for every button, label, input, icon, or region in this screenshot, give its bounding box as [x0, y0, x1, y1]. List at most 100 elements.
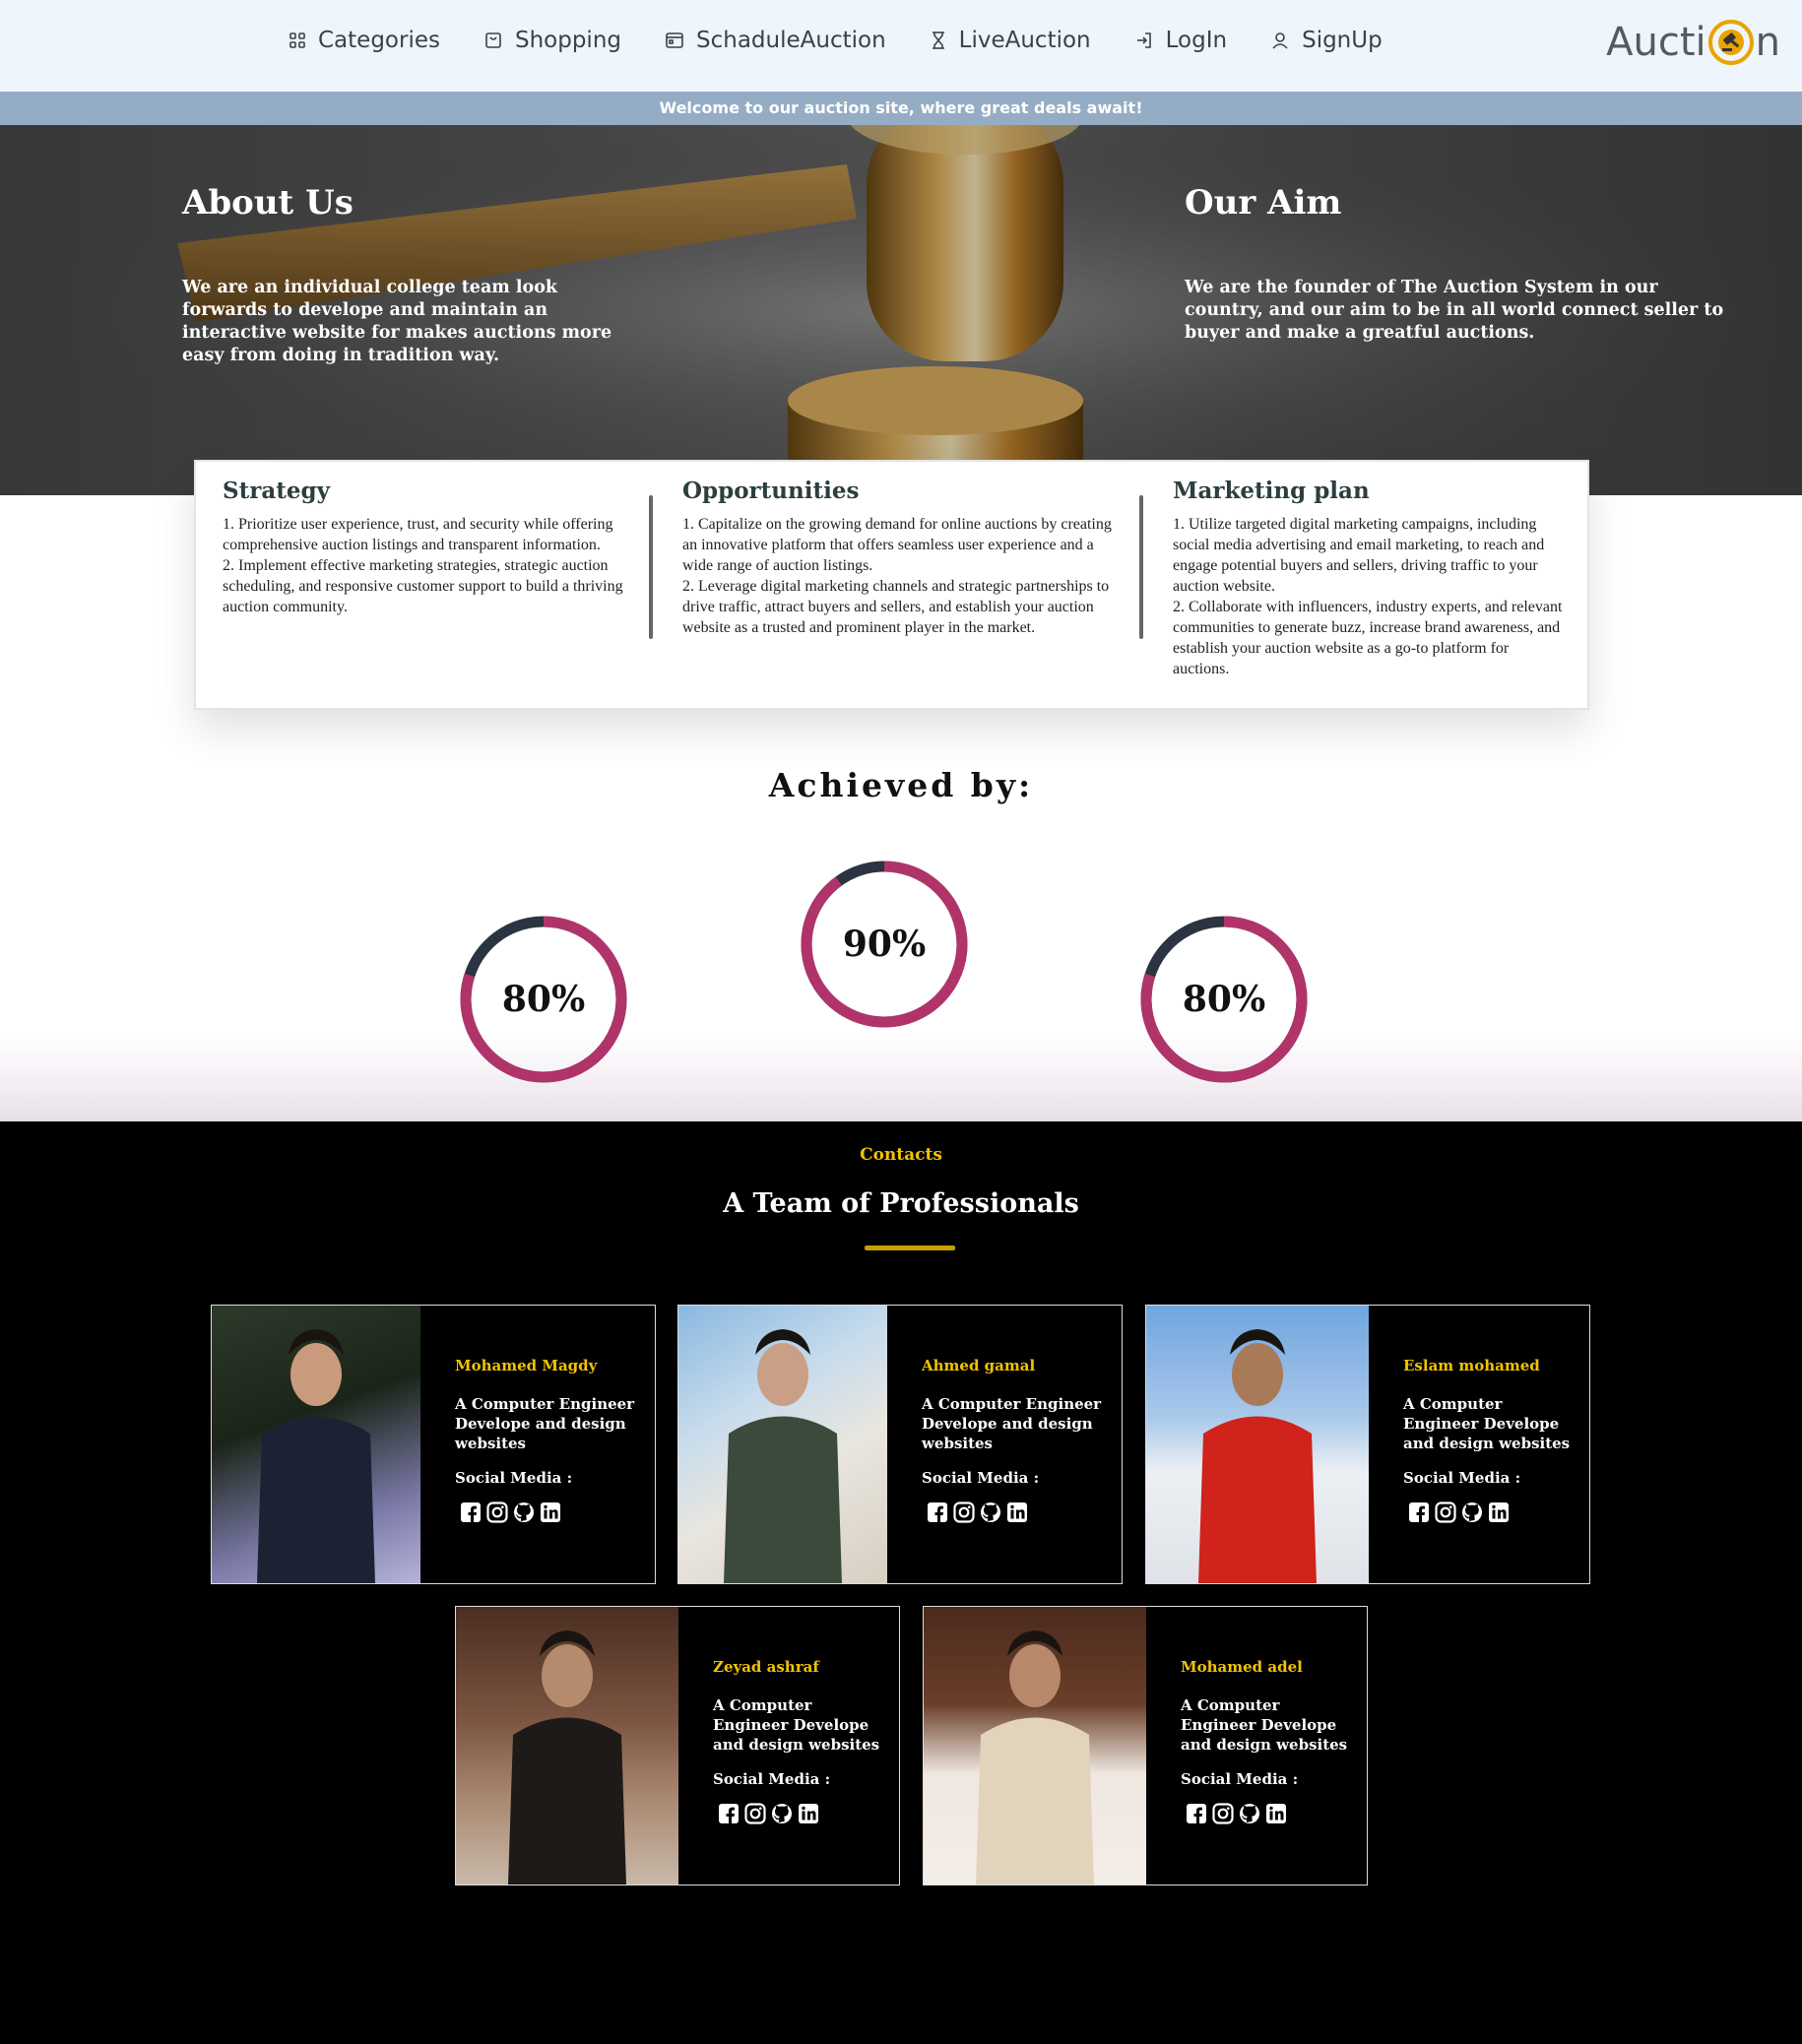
progress-ring: 90% — [800, 860, 969, 1029]
nav-label-categories: Categories — [318, 28, 440, 53]
member-name: Mohamed adel — [1181, 1658, 1303, 1676]
progress-ring-label: 80% — [1182, 979, 1266, 1020]
bag-icon — [485, 32, 501, 48]
team-member-card: Zeyad ashraf A Computer Engineer Develope… — [455, 1606, 900, 1885]
instagram-icon[interactable] — [952, 1501, 976, 1528]
member-photo — [456, 1607, 678, 1884]
progress-ring-label: 80% — [501, 979, 586, 1020]
nav-label-login: LogIn — [1165, 28, 1228, 53]
facebook-icon[interactable] — [459, 1501, 483, 1528]
member-info: Eslam mohamed A Computer Engineer Develop… — [1403, 1357, 1572, 1528]
member-name: Ahmed gamal — [922, 1357, 1036, 1374]
member-role: A Computer Engineer Develope and design … — [922, 1395, 1102, 1452]
instagram-icon[interactable] — [1434, 1501, 1457, 1528]
member-name: Mohamed Magdy — [455, 1357, 598, 1374]
nav-label-shopping: Shopping — [514, 28, 621, 53]
calendar-icon — [666, 32, 683, 48]
logo-text-left: Aucti — [1606, 20, 1706, 65]
member-role: A Computer Engineer Develope and design … — [1403, 1395, 1571, 1452]
github-icon[interactable] — [512, 1501, 536, 1528]
instagram-icon[interactable] — [485, 1501, 509, 1528]
plan-title: Opportunities — [682, 478, 860, 504]
logo-text-right: n — [1755, 20, 1780, 65]
about-us-title: About Us — [182, 183, 354, 223]
plan-text: 1. Prioritize user experience, trust, an… — [223, 516, 623, 615]
github-icon[interactable] — [770, 1802, 794, 1829]
team-title: A Team of Professionals — [723, 1188, 1079, 1219]
social-icons — [1185, 1802, 1349, 1829]
social-icons — [459, 1501, 637, 1528]
social-icons — [926, 1501, 1104, 1528]
plan-strategy: Strategy 1. Prioritize user experience, … — [223, 478, 630, 617]
nav-label-live-auction: LiveAuction — [958, 28, 1091, 53]
social-media-label: Social Media : — [1181, 1770, 1299, 1788]
facebook-icon[interactable] — [926, 1501, 949, 1528]
plans-card: Strategy 1. Prioritize user experience, … — [194, 460, 1589, 710]
team-member-card: Mohamed Magdy A Computer Engineer Develop… — [211, 1305, 656, 1584]
nav-label-signup: SignUp — [1302, 28, 1383, 53]
nav-item-schedule-auction[interactable]: SchaduleAuction — [665, 28, 886, 53]
hourglass-icon — [932, 32, 944, 49]
progress-ring: 80% — [459, 915, 628, 1084]
hero-section: About Us We are an individual college te… — [0, 125, 1802, 495]
social-media-label: Social Media : — [713, 1770, 831, 1788]
social-icons — [1407, 1501, 1572, 1528]
linkedin-icon[interactable] — [797, 1802, 820, 1829]
linkedin-icon[interactable] — [1264, 1802, 1288, 1829]
user-icon — [1272, 32, 1288, 49]
site-logo[interactable]: Aucti n — [1606, 20, 1780, 65]
achieved-title: Achieved by: — [768, 766, 1034, 804]
plan-divider — [1139, 495, 1143, 639]
our-aim-title: Our Aim — [1185, 183, 1342, 223]
our-aim-text: We are the founder of The Auction System… — [1185, 278, 1724, 343]
facebook-icon[interactable] — [1407, 1501, 1431, 1528]
member-role: A Computer Engineer Develope and design … — [713, 1696, 880, 1754]
member-role: A Computer Engineer Develope and design … — [455, 1395, 635, 1452]
plan-title: Strategy — [223, 478, 330, 504]
social-media-label: Social Media : — [1403, 1469, 1521, 1487]
gavel-icon — [1707, 20, 1754, 65]
plan-divider — [649, 495, 653, 639]
member-photo — [924, 1607, 1146, 1884]
member-name: Eslam mohamed — [1403, 1357, 1540, 1374]
member-photo — [678, 1306, 887, 1583]
title-underline — [865, 1246, 955, 1250]
linkedin-icon[interactable] — [539, 1501, 562, 1528]
team-member-card: Ahmed gamal A Computer Engineer Develope … — [677, 1305, 1123, 1584]
nav-item-login[interactable]: LogIn — [1134, 28, 1227, 53]
instagram-icon[interactable] — [1211, 1802, 1235, 1829]
member-info: Zeyad ashraf A Computer Engineer Develope… — [713, 1658, 881, 1829]
nav-item-signup[interactable]: SignUp — [1270, 28, 1383, 53]
nav-item-shopping[interactable]: Shopping — [483, 28, 621, 53]
nav-label-schedule-auction: SchaduleAuction — [696, 28, 886, 53]
member-name: Zeyad ashraf — [713, 1658, 819, 1676]
facebook-icon[interactable] — [717, 1802, 740, 1829]
welcome-banner: Welcome to our auction site, where great… — [0, 92, 1802, 125]
github-icon[interactable] — [1238, 1802, 1261, 1829]
plan-marketing: Marketing plan 1. Utilize targeted digit… — [1173, 478, 1567, 679]
linkedin-icon[interactable] — [1005, 1501, 1029, 1528]
social-media-label: Social Media : — [922, 1469, 1040, 1487]
nav-item-live-auction[interactable]: LiveAuction — [930, 28, 1091, 53]
github-icon[interactable] — [1460, 1501, 1484, 1528]
nav-item-categories[interactable]: Categories — [289, 28, 440, 53]
plan-title: Marketing plan — [1173, 478, 1370, 504]
progress-ring: 80% — [1139, 915, 1309, 1084]
member-info: Mohamed adel A Computer Engineer Develope… — [1181, 1658, 1349, 1829]
grid-icon — [290, 32, 305, 48]
member-info: Ahmed gamal A Computer Engineer Develope … — [922, 1357, 1104, 1528]
member-info: Mohamed Magdy A Computer Engineer Develop… — [455, 1357, 637, 1528]
facebook-icon[interactable] — [1185, 1802, 1208, 1829]
contacts-kicker: Contacts — [860, 1145, 942, 1165]
progress-ring-label: 90% — [842, 924, 927, 965]
nav-menu: Categories Shopping SchaduleAuction Live… — [289, 28, 1426, 53]
team-member-card: Eslam mohamed A Computer Engineer Develop… — [1145, 1305, 1590, 1584]
linkedin-icon[interactable] — [1487, 1501, 1511, 1528]
github-icon[interactable] — [979, 1501, 1002, 1528]
plan-opportunities: Opportunities 1. Capitalize on the growi… — [682, 478, 1116, 638]
about-us-text: We are an individual college team look f… — [182, 278, 612, 365]
member-photo — [212, 1306, 420, 1583]
member-photo — [1146, 1306, 1369, 1583]
login-icon — [1136, 32, 1151, 48]
instagram-icon[interactable] — [743, 1802, 767, 1829]
